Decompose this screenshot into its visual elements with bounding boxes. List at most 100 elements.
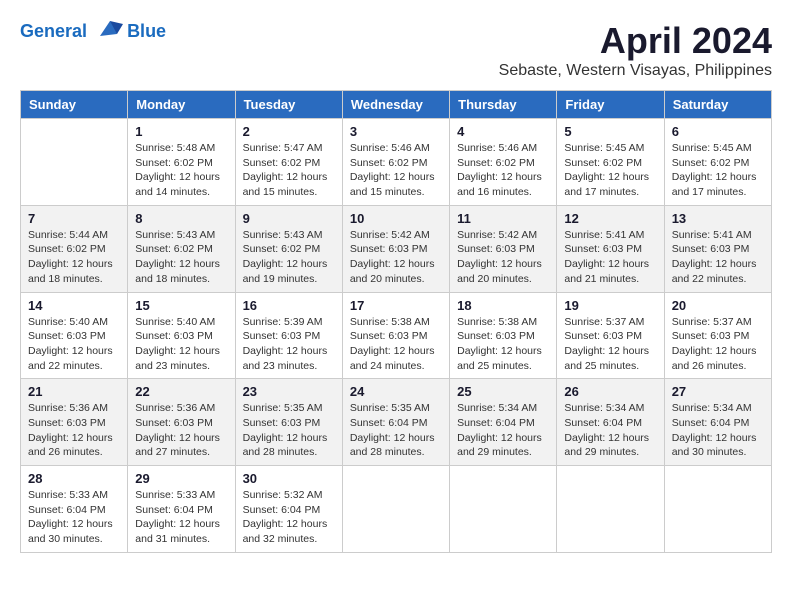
table-row: 17 Sunrise: 5:38 AMSunset: 6:03 PMDayligh…: [342, 292, 449, 379]
table-row: [557, 466, 664, 553]
day-number: 25: [457, 384, 549, 399]
day-number: 2: [243, 124, 335, 139]
day-number: 12: [564, 211, 656, 226]
day-info: Sunrise: 5:45 AMSunset: 6:02 PMDaylight:…: [672, 141, 764, 200]
day-info: Sunrise: 5:33 AMSunset: 6:04 PMDaylight:…: [28, 488, 120, 547]
day-info: Sunrise: 5:35 AMSunset: 6:04 PMDaylight:…: [350, 401, 442, 460]
table-row: 3Sunrise: 5:46 AMSunset: 6:02 PMDaylight…: [342, 119, 449, 206]
table-row: 22 Sunrise: 5:36 AMSunset: 6:03 PMDayligh…: [128, 379, 235, 466]
table-row: 5 Sunrise: 5:45 AMSunset: 6:02 PMDaylight…: [557, 119, 664, 206]
col-monday: Monday: [128, 91, 235, 119]
day-number: 9: [243, 211, 335, 226]
day-number: 24: [350, 384, 442, 399]
day-number: 10: [350, 211, 442, 226]
day-number: 17: [350, 298, 442, 313]
day-info: Sunrise: 5:48 AMSunset: 6:02 PMDaylight:…: [135, 141, 227, 200]
day-info: Sunrise: 5:38 AMSunset: 6:03 PMDaylight:…: [350, 315, 442, 374]
calendar-week-row: 7Sunrise: 5:44 AMSunset: 6:02 PMDaylight…: [21, 205, 772, 292]
table-row: 7Sunrise: 5:44 AMSunset: 6:02 PMDaylight…: [21, 205, 128, 292]
day-info: Sunrise: 5:41 AMSunset: 6:03 PMDaylight:…: [564, 228, 656, 287]
location-title: Sebaste, Western Visayas, Philippines: [499, 62, 772, 80]
day-info: Sunrise: 5:42 AMSunset: 6:03 PMDaylight:…: [350, 228, 442, 287]
col-thursday: Thursday: [450, 91, 557, 119]
day-number: 27: [672, 384, 764, 399]
day-number: 5: [564, 124, 656, 139]
table-row: 9 Sunrise: 5:43 AMSunset: 6:02 PMDaylight…: [235, 205, 342, 292]
table-row: 6Sunrise: 5:45 AMSunset: 6:02 PMDaylight…: [664, 119, 771, 206]
day-number: 13: [672, 211, 764, 226]
table-row: 18Sunrise: 5:38 AMSunset: 6:03 PMDayligh…: [450, 292, 557, 379]
table-row: 30Sunrise: 5:32 AMSunset: 6:04 PMDayligh…: [235, 466, 342, 553]
table-row: [21, 119, 128, 206]
table-row: 28 Sunrise: 5:33 AMSunset: 6:04 PMDayligh…: [21, 466, 128, 553]
table-row: 8 Sunrise: 5:43 AMSunset: 6:02 PMDaylight…: [128, 205, 235, 292]
day-number: 8: [135, 211, 227, 226]
calendar-week-row: 21 Sunrise: 5:36 AMSunset: 6:03 PMDayligh…: [21, 379, 772, 466]
table-row: 4Sunrise: 5:46 AMSunset: 6:02 PMDaylight…: [450, 119, 557, 206]
day-number: 19: [564, 298, 656, 313]
day-number: 16: [243, 298, 335, 313]
logo-bird-icon: [95, 16, 125, 44]
table-row: 16 Sunrise: 5:39 AMSunset: 6:03 PMDayligh…: [235, 292, 342, 379]
table-row: 23 Sunrise: 5:35 AMSunset: 6:03 PMDayligh…: [235, 379, 342, 466]
col-tuesday: Tuesday: [235, 91, 342, 119]
table-row: 11Sunrise: 5:42 AMSunset: 6:03 PMDayligh…: [450, 205, 557, 292]
day-number: 3: [350, 124, 442, 139]
day-info: Sunrise: 5:33 AMSunset: 6:04 PMDaylight:…: [135, 488, 227, 547]
day-info: Sunrise: 5:43 AMSunset: 6:02 PMDaylight:…: [243, 228, 335, 287]
table-row: [342, 466, 449, 553]
table-row: 21 Sunrise: 5:36 AMSunset: 6:03 PMDayligh…: [21, 379, 128, 466]
day-info: Sunrise: 5:36 AMSunset: 6:03 PMDaylight:…: [28, 401, 120, 460]
logo-blue: Blue: [127, 22, 166, 42]
day-number: 23: [243, 384, 335, 399]
calendar-week-row: 14 Sunrise: 5:40 AMSunset: 6:03 PMDayligh…: [21, 292, 772, 379]
table-row: 2Sunrise: 5:47 AMSunset: 6:02 PMDaylight…: [235, 119, 342, 206]
page-container: General Blue April 2024 Sebaste, Western…: [20, 20, 772, 553]
calendar-week-row: 28 Sunrise: 5:33 AMSunset: 6:04 PMDayligh…: [21, 466, 772, 553]
day-info: Sunrise: 5:37 AMSunset: 6:03 PMDaylight:…: [564, 315, 656, 374]
table-row: 15 Sunrise: 5:40 AMSunset: 6:03 PMDayligh…: [128, 292, 235, 379]
table-row: 24 Sunrise: 5:35 AMSunset: 6:04 PMDayligh…: [342, 379, 449, 466]
title-block: April 2024 Sebaste, Western Visayas, Phi…: [499, 20, 772, 80]
day-info: Sunrise: 5:40 AMSunset: 6:03 PMDaylight:…: [135, 315, 227, 374]
table-row: 1 Sunrise: 5:48 AMSunset: 6:02 PMDaylight…: [128, 119, 235, 206]
day-number: 22: [135, 384, 227, 399]
logo-text-block: General Blue: [20, 20, 166, 44]
day-info: Sunrise: 5:43 AMSunset: 6:02 PMDaylight:…: [135, 228, 227, 287]
table-row: 29 Sunrise: 5:33 AMSunset: 6:04 PMDayligh…: [128, 466, 235, 553]
day-info: Sunrise: 5:40 AMSunset: 6:03 PMDaylight:…: [28, 315, 120, 374]
table-row: 14 Sunrise: 5:40 AMSunset: 6:03 PMDayligh…: [21, 292, 128, 379]
col-friday: Friday: [557, 91, 664, 119]
day-number: 1: [135, 124, 227, 139]
day-info: Sunrise: 5:38 AMSunset: 6:03 PMDaylight:…: [457, 315, 549, 374]
day-number: 14: [28, 298, 120, 313]
day-info: Sunrise: 5:35 AMSunset: 6:03 PMDaylight:…: [243, 401, 335, 460]
day-info: Sunrise: 5:39 AMSunset: 6:03 PMDaylight:…: [243, 315, 335, 374]
table-row: 26 Sunrise: 5:34 AMSunset: 6:04 PMDayligh…: [557, 379, 664, 466]
table-row: 12 Sunrise: 5:41 AMSunset: 6:03 PMDayligh…: [557, 205, 664, 292]
table-row: [450, 466, 557, 553]
table-row: 13 Sunrise: 5:41 AMSunset: 6:03 PMDayligh…: [664, 205, 771, 292]
day-number: 20: [672, 298, 764, 313]
calendar-table: Sunday Monday Tuesday Wednesday Thursday…: [20, 90, 772, 553]
col-wednesday: Wednesday: [342, 91, 449, 119]
day-info: Sunrise: 5:34 AMSunset: 6:04 PMDaylight:…: [564, 401, 656, 460]
day-info: Sunrise: 5:42 AMSunset: 6:03 PMDaylight:…: [457, 228, 549, 287]
day-number: 26: [564, 384, 656, 399]
day-info: Sunrise: 5:41 AMSunset: 6:03 PMDaylight:…: [672, 228, 764, 287]
day-info: Sunrise: 5:34 AMSunset: 6:04 PMDaylight:…: [457, 401, 549, 460]
day-info: Sunrise: 5:32 AMSunset: 6:04 PMDaylight:…: [243, 488, 335, 547]
col-sunday: Sunday: [21, 91, 128, 119]
table-row: 20Sunrise: 5:37 AMSunset: 6:03 PMDayligh…: [664, 292, 771, 379]
day-number: 21: [28, 384, 120, 399]
table-row: 19 Sunrise: 5:37 AMSunset: 6:03 PMDayligh…: [557, 292, 664, 379]
col-saturday: Saturday: [664, 91, 771, 119]
month-title: April 2024: [499, 20, 772, 62]
day-info: Sunrise: 5:45 AMSunset: 6:02 PMDaylight:…: [564, 141, 656, 200]
day-info: Sunrise: 5:44 AMSunset: 6:02 PMDaylight:…: [28, 228, 120, 287]
table-row: [664, 466, 771, 553]
day-number: 28: [28, 471, 120, 486]
day-number: 15: [135, 298, 227, 313]
day-number: 29: [135, 471, 227, 486]
day-info: Sunrise: 5:36 AMSunset: 6:03 PMDaylight:…: [135, 401, 227, 460]
